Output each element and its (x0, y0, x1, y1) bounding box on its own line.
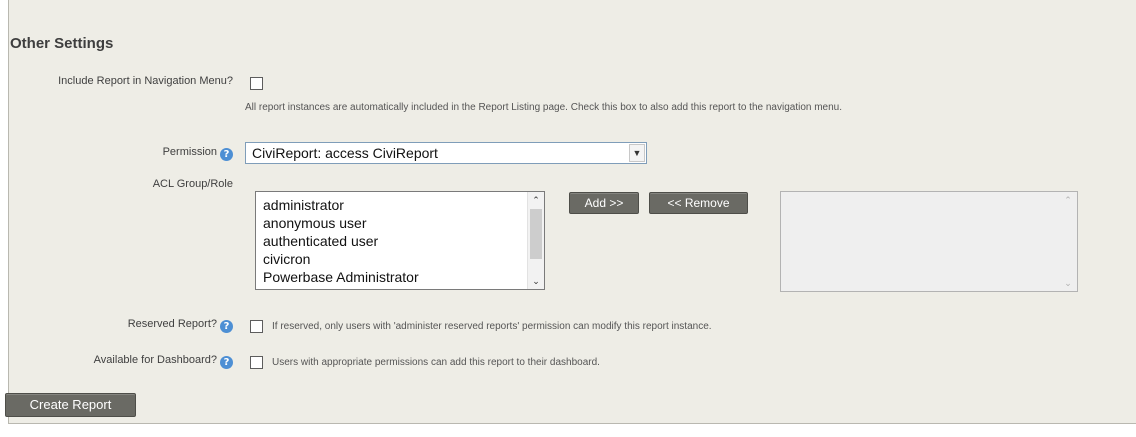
chevron-down-icon[interactable]: ⌄ (528, 273, 544, 289)
navigation-menu-checkbox[interactable] (250, 77, 263, 90)
dashboard-help-text: Users with appropriate permissions can a… (272, 357, 600, 368)
reserved-checkbox[interactable] (250, 320, 263, 333)
remove-button[interactable]: << Remove (649, 192, 748, 214)
chevron-up-icon[interactable]: ⌃ (1060, 192, 1076, 208)
add-button[interactable]: Add >> (569, 192, 639, 214)
acl-option[interactable]: Powerbase Administrator (256, 268, 419, 286)
reserved-label-row: Reserved Report?? (128, 318, 233, 333)
reserved-label: Reserved Report? (127, 318, 217, 330)
permission-select[interactable]: CiviReport: access CiviReport ▼ (245, 142, 647, 164)
other-settings-panel: Other Settings Include Report in Navigat… (5, 0, 1136, 424)
acl-option[interactable]: administrator (256, 196, 419, 214)
chevron-down-icon[interactable]: ⌄ (1060, 275, 1076, 291)
permission-label: Permission (162, 146, 217, 158)
selected-list-scrollbar[interactable]: ⌃ ⌄ (1060, 192, 1077, 291)
scroll-thumb[interactable] (530, 209, 542, 259)
question-circle-icon[interactable]: ? (220, 148, 233, 161)
question-circle-icon[interactable]: ? (220, 320, 233, 333)
acl-option[interactable]: civicron (256, 250, 419, 268)
reserved-help-text: If reserved, only users with 'administer… (272, 321, 712, 332)
permission-selected-value: CiviReport: access CiviReport (252, 145, 438, 161)
chevron-up-icon[interactable]: ⌃ (528, 192, 544, 208)
acl-available-list[interactable]: administrator anonymous user authenticat… (255, 191, 545, 290)
acl-option[interactable]: authenticated user (256, 232, 419, 250)
navigation-menu-label: Include Report in Navigation Menu? (58, 75, 233, 87)
section-title: Other Settings (10, 35, 114, 52)
create-report-button[interactable]: Create Report (5, 393, 136, 417)
dashboard-checkbox[interactable] (250, 356, 263, 369)
dashboard-label-row: Available for Dashboard?? (94, 354, 233, 369)
dashboard-label: Available for Dashboard? (93, 354, 217, 366)
acl-selected-list[interactable]: ⌃ ⌄ (780, 191, 1078, 292)
navigation-menu-help-text: All report instances are automatically i… (245, 102, 843, 113)
acl-option[interactable]: anonymous user (256, 214, 419, 232)
acl-list-scrollbar[interactable]: ⌃ ⌄ (527, 192, 544, 289)
question-circle-icon[interactable]: ? (220, 356, 233, 369)
acl-label: ACL Group/Role (152, 178, 233, 190)
permission-label-row: Permission? (163, 146, 233, 161)
chevron-down-icon[interactable]: ▼ (629, 144, 645, 162)
